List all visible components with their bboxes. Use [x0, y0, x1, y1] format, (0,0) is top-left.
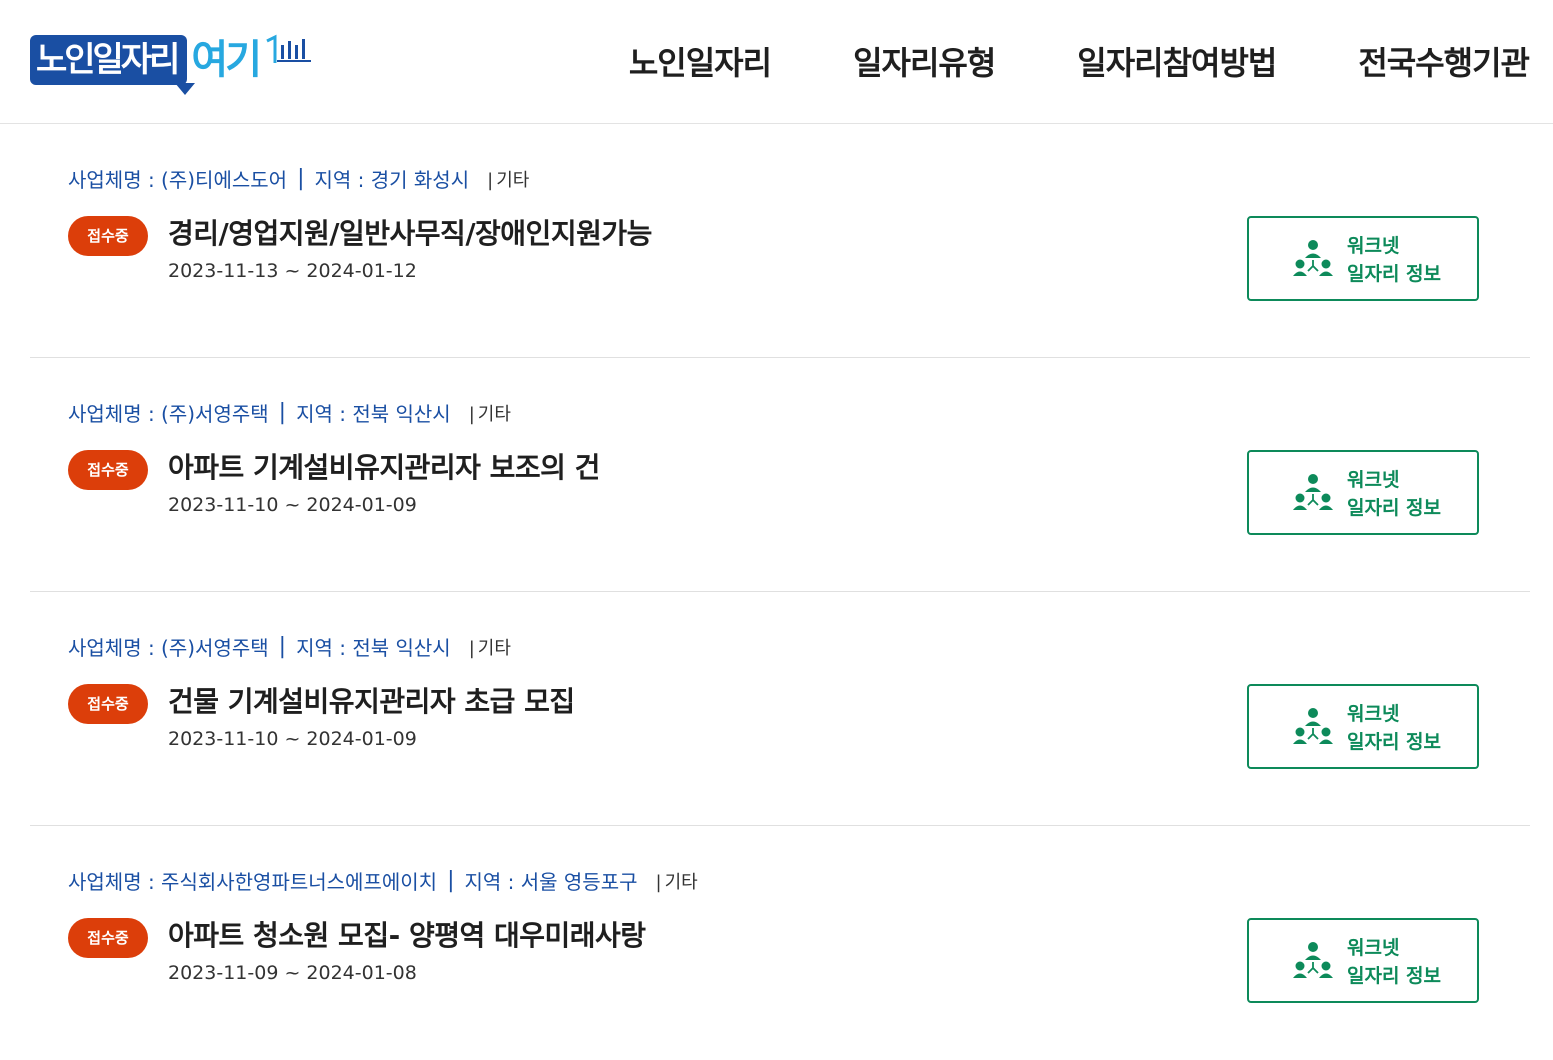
job-item: 사업체명 : (주)티에스도어 | 지역 : 경기 화성시 | 기타 접수중 경리… — [30, 124, 1530, 358]
nav-item-agencies[interactable]: 전국수행기관 — [1358, 38, 1530, 84]
job-title[interactable]: 아파트 기계설비유지관리자 보조의 건 — [168, 446, 600, 486]
job-meta: 사업체명 : (주)티에스도어 | 지역 : 경기 화성시 | 기타 — [68, 164, 529, 193]
people-network-icon — [1293, 474, 1333, 510]
job-item: 사업체명 : (주)서영주택 | 지역 : 전북 익산시 | 기타 접수중 건물 … — [30, 592, 1530, 826]
job-company: 사업체명 : (주)티에스도어 — [68, 168, 288, 192]
job-title[interactable]: 경리/영업지원/일반사무직/장애인지원가능 — [168, 212, 652, 252]
logo-main-text: 노인일자리 — [30, 35, 196, 95]
worknet-label: 워크넷 일자리 정보 — [1347, 937, 1442, 987]
worknet-info-button[interactable]: 워크넷 일자리 정보 — [1247, 918, 1479, 1003]
job-meta: 사업체명 : (주)서영주택 | 지역 : 전북 익산시 | 기타 — [68, 632, 511, 661]
job-category: | 기타 — [655, 871, 698, 893]
job-company: 사업체명 : (주)서영주택 — [68, 636, 269, 660]
nav-item-senior-jobs[interactable]: 노인일자리 — [629, 38, 772, 84]
job-period: 2023-11-10 ~ 2024-01-09 — [168, 494, 417, 516]
status-badge: 접수중 — [68, 684, 148, 724]
job-category: | 기타 — [468, 403, 511, 425]
meta-divider: | — [278, 400, 287, 425]
people-network-icon — [1293, 240, 1333, 276]
job-list: 사업체명 : (주)티에스도어 | 지역 : 경기 화성시 | 기타 접수중 경리… — [30, 124, 1530, 1060]
status-badge: 접수중 — [68, 216, 148, 256]
meta-divider: | — [297, 166, 305, 191]
job-region: 지역 : 서울 영등포구 — [464, 870, 638, 894]
worknet-info-button[interactable]: 워크넷 일자리 정보 — [1247, 450, 1479, 535]
status-badge: 접수중 — [68, 918, 148, 958]
job-company: 사업체명 : 주식회사한영파트너스에프에이치 — [68, 870, 438, 894]
worknet-info-button[interactable]: 워크넷 일자리 정보 — [1247, 216, 1479, 301]
job-category: | 기타 — [468, 637, 511, 659]
worknet-info-button[interactable]: 워크넷 일자리 정보 — [1247, 684, 1479, 769]
job-title[interactable]: 건물 기계설비유지관리자 초급 모집 — [168, 680, 575, 720]
job-region: 지역 : 경기 화성시 — [314, 168, 470, 192]
job-item: 사업체명 : (주)서영주택 | 지역 : 전북 익산시 | 기타 접수중 아파트… — [30, 358, 1530, 592]
job-region: 지역 : 전북 익산시 — [296, 636, 451, 660]
job-region: 지역 : 전북 익산시 — [296, 402, 451, 426]
job-period: 2023-11-09 ~ 2024-01-08 — [168, 962, 417, 984]
job-category: | 기타 — [487, 169, 530, 191]
job-meta: 사업체명 : (주)서영주택 | 지역 : 전북 익산시 | 기타 — [68, 398, 511, 427]
people-network-icon — [1293, 708, 1333, 744]
status-badge: 접수중 — [68, 450, 148, 490]
nav-item-job-types[interactable]: 일자리유형 — [853, 38, 996, 84]
worknet-label: 워크넷 일자리 정보 — [1347, 469, 1442, 519]
job-title[interactable]: 아파트 청소원 모집- 양평역 대우미래사랑 — [168, 914, 646, 954]
logo-flag-icon — [266, 34, 312, 63]
job-period: 2023-11-13 ~ 2024-01-12 — [168, 260, 417, 282]
job-meta: 사업체명 : 주식회사한영파트너스에프에이치 | 지역 : 서울 영등포구 | 기… — [68, 866, 698, 895]
job-period: 2023-11-10 ~ 2024-01-09 — [168, 728, 417, 750]
logo-accent-text: 여기 — [191, 37, 262, 83]
meta-divider: | — [278, 634, 287, 659]
worknet-label: 워크넷 일자리 정보 — [1347, 235, 1442, 285]
main-nav: 노인일자리 일자리유형 일자리참여방법 전국수행기관 — [629, 38, 1530, 84]
worknet-label: 워크넷 일자리 정보 — [1347, 703, 1442, 753]
people-network-icon — [1293, 942, 1333, 978]
nav-item-how-to-join[interactable]: 일자리참여방법 — [1077, 38, 1277, 84]
meta-divider: | — [447, 868, 455, 893]
job-company: 사업체명 : (주)서영주택 — [68, 402, 269, 426]
site-header: 노인일자리 여기 노인일자리 일자리유형 일자리참여방법 전국수행기관 — [0, 0, 1553, 124]
site-logo[interactable]: 노인일자리 여기 — [30, 28, 315, 95]
job-item: 사업체명 : 주식회사한영파트너스에프에이치 | 지역 : 서울 영등포구 | 기… — [30, 826, 1530, 1060]
